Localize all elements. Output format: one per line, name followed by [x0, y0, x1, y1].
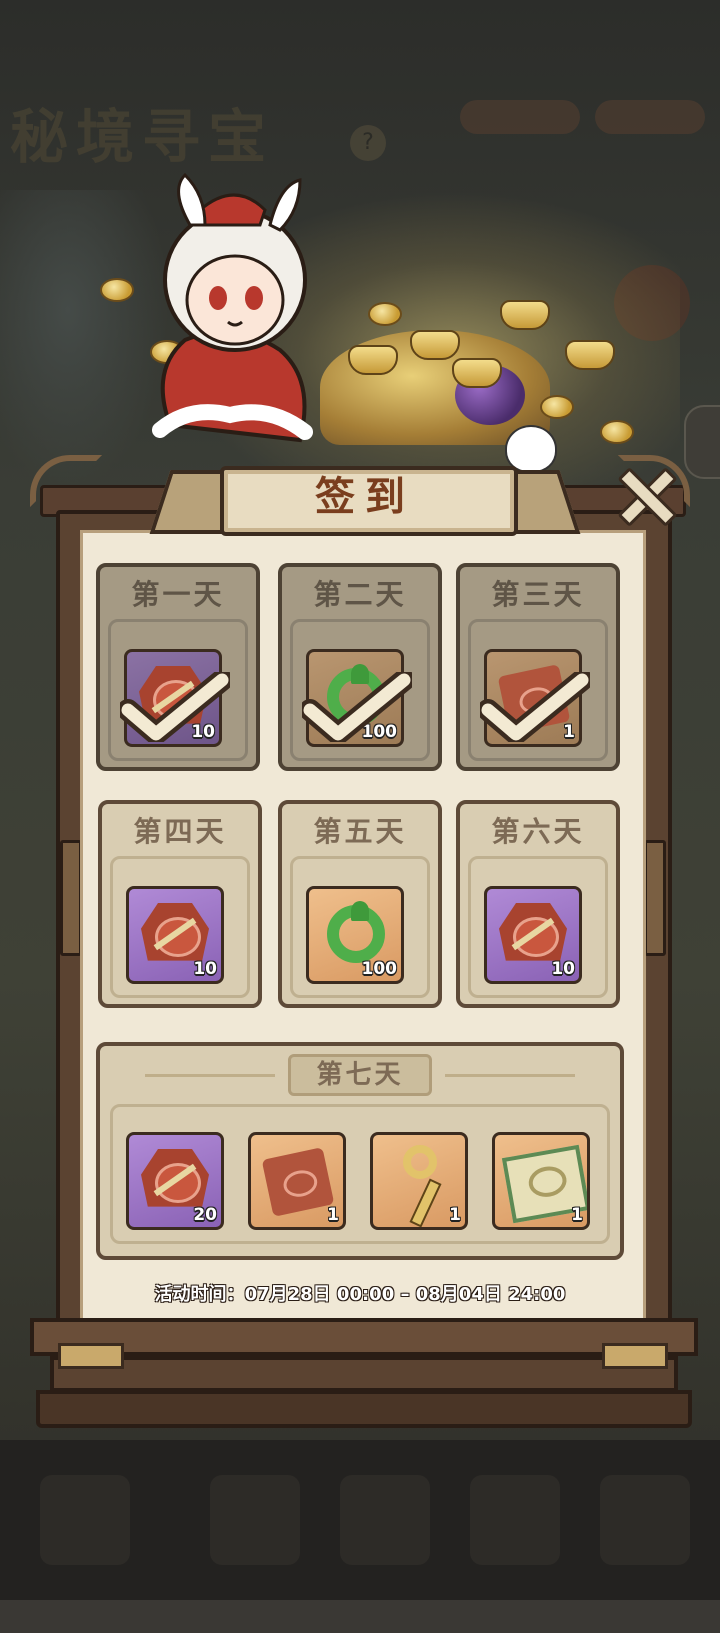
- day-card-2[interactable]: 第二天 100: [278, 563, 442, 771]
- day-label: 第七天: [288, 1054, 432, 1096]
- hinge-ornament: [58, 1343, 124, 1369]
- jade-icon: [327, 901, 385, 963]
- dialog-title: 签到: [315, 473, 415, 520]
- day-card-3[interactable]: 第三天 1: [456, 563, 620, 771]
- coin-icon: [100, 278, 134, 302]
- event-period-value: 07月28日 00:00 – 08月04日 24:00: [244, 1284, 566, 1305]
- token-icon: [141, 903, 209, 961]
- reward-qty: 1: [327, 1205, 339, 1225]
- day-card-6[interactable]: 第六天 10: [456, 800, 620, 1008]
- reward-qty: 1: [449, 1205, 461, 1225]
- day-card-1[interactable]: 第一天 10: [96, 563, 260, 771]
- token-icon: [499, 903, 567, 961]
- frame-pillar: [60, 840, 82, 956]
- checkmark-icon: [480, 672, 590, 742]
- gold-ingot-icon: [410, 330, 460, 360]
- question-icon: ?: [350, 125, 386, 161]
- coin-icon: [368, 302, 402, 326]
- hinge-ornament: [602, 1343, 668, 1369]
- day-label: 第三天: [491, 578, 585, 611]
- base-beam: [30, 1318, 698, 1356]
- day-label: 第六天: [491, 815, 585, 848]
- token-icon: [141, 1149, 209, 1207]
- bottom-tab: [340, 1475, 430, 1565]
- background-title: 秘境寻宝: [10, 103, 275, 171]
- bottom-tab: [600, 1475, 690, 1565]
- background-footer: [0, 1600, 720, 1633]
- gold-ingot-icon: [452, 358, 502, 388]
- bunny-girl-character: [152, 172, 313, 443]
- checkmark-icon: [302, 672, 412, 742]
- background-chip: [460, 100, 580, 134]
- background-chip: [595, 100, 705, 134]
- reward-qty: 1: [571, 1205, 583, 1225]
- divider-line: [445, 1074, 575, 1077]
- reward-slot[interactable]: 1: [248, 1132, 346, 1230]
- reward-qty: 10: [193, 959, 217, 979]
- reward-slot[interactable]: 10: [126, 886, 224, 984]
- day-label: 第二天: [313, 578, 407, 611]
- frame-pillar: [644, 840, 666, 956]
- reward-slot[interactable]: 20: [126, 1132, 224, 1230]
- day-label: 第一天: [131, 578, 225, 611]
- close-button[interactable]: [615, 465, 673, 523]
- event-period-label: 活动时间：: [154, 1284, 245, 1305]
- base-beam: [36, 1390, 692, 1428]
- bottom-tab: [470, 1475, 560, 1565]
- day-card-4[interactable]: 第四天 10: [98, 800, 262, 1008]
- reward-slot[interactable]: 1: [370, 1132, 468, 1230]
- dialog-base: [30, 1318, 698, 1428]
- day-card-7[interactable]: 第七天 20 1 1 1: [96, 1042, 624, 1260]
- day-label: 第五天: [313, 815, 407, 848]
- reward-qty: 100: [361, 959, 398, 979]
- reward-slot[interactable]: 100: [306, 886, 404, 984]
- event-period: 活动时间：07月28日 00:00 – 08月04日 24:00: [80, 1280, 640, 1306]
- roof-ornament: [30, 455, 102, 507]
- coin-icon: [540, 395, 574, 419]
- reward-qty: 20: [193, 1205, 217, 1225]
- bottom-tab: [210, 1475, 300, 1565]
- gold-ingot-icon: [500, 300, 550, 330]
- reward-slot[interactable]: 1: [492, 1132, 590, 1230]
- dialog-title-banner: 签到: [149, 460, 581, 536]
- background-bottom-bar: [0, 1440, 720, 1600]
- gold-ingot-icon: [348, 345, 398, 375]
- day-card-5[interactable]: 第五天 100: [278, 800, 442, 1008]
- divider-line: [145, 1074, 275, 1077]
- scroll-icon: [261, 1147, 335, 1217]
- base-beam: [50, 1356, 678, 1392]
- reward-slot[interactable]: 10: [484, 886, 582, 984]
- reward-qty: 10: [551, 959, 575, 979]
- day-label: 第四天: [133, 815, 227, 848]
- key-icon: [403, 1145, 437, 1179]
- coin-icon: [600, 420, 634, 444]
- gold-ingot-icon: [565, 340, 615, 370]
- back-arrow-icon: [40, 1475, 130, 1565]
- checkmark-icon: [120, 672, 230, 742]
